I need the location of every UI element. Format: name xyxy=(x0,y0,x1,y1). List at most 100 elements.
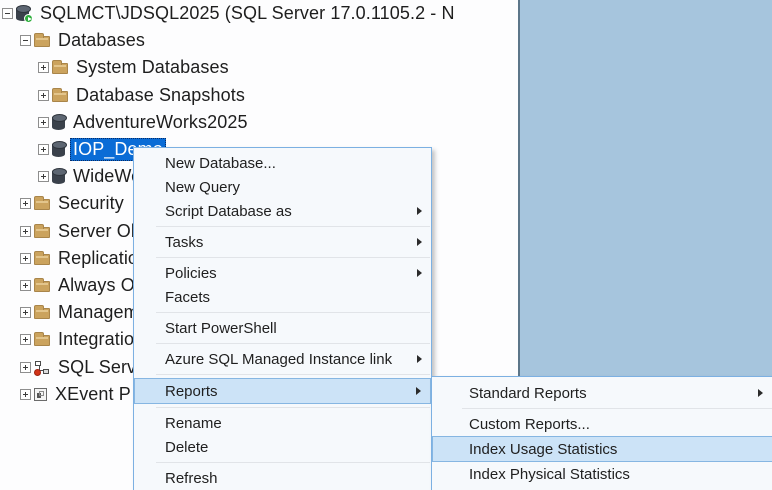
submenu-arrow-icon xyxy=(417,238,422,246)
tree-node-label: SQL Serv xyxy=(58,356,137,377)
menu-item-label: Custom Reports... xyxy=(469,415,590,433)
menu-item-tasks[interactable]: Tasks xyxy=(134,230,431,254)
menu-item-custom-reports[interactable]: Custom Reports... xyxy=(432,412,772,436)
menu-separator-line xyxy=(156,462,430,463)
menu-item-index-usage-statistics[interactable]: Index Usage Statistics xyxy=(432,436,772,462)
tree-node-label: Managem xyxy=(58,302,139,323)
menu-item-label: Policies xyxy=(165,264,217,282)
expand-plus-icon[interactable] xyxy=(20,225,31,237)
database-icon xyxy=(52,168,67,185)
tree-node-label: System Databases xyxy=(76,57,229,78)
menu-separator xyxy=(134,309,431,316)
menu-item-refresh[interactable]: Refresh xyxy=(134,466,431,490)
database-context-menu: New Database... New Query Script Database … xyxy=(133,147,432,490)
submenu-arrow-icon xyxy=(758,389,763,397)
expand-plus-icon[interactable] xyxy=(38,89,49,101)
expand-plus-icon[interactable] xyxy=(38,144,49,156)
menu-item-new-database[interactable]: New Database... xyxy=(134,151,431,175)
menu-item-label: Facets xyxy=(165,288,211,306)
menu-item-reports[interactable]: Reports xyxy=(134,378,431,404)
submenu-arrow-icon xyxy=(417,207,422,215)
menu-item-policies[interactable]: Policies xyxy=(134,261,431,285)
menu-separator xyxy=(134,404,431,411)
menu-item-facets[interactable]: Facets xyxy=(134,285,431,309)
submenu-arrow-icon xyxy=(417,269,422,277)
expand-plus-icon[interactable] xyxy=(20,252,31,264)
xevent-profiler-icon xyxy=(34,388,47,402)
server-online-badge-icon xyxy=(24,13,33,23)
menu-separator xyxy=(134,459,431,466)
menu-separator-line xyxy=(156,407,430,408)
menu-item-delete[interactable]: Delete xyxy=(134,435,431,459)
submenu-arrow-icon xyxy=(417,355,422,363)
tree-node-label: Replicatio xyxy=(58,247,139,268)
agent-node-icon xyxy=(43,368,49,374)
menu-item-label: Azure SQL Managed Instance link xyxy=(165,350,393,368)
folder-icon xyxy=(34,33,50,48)
menu-item-label: Tasks xyxy=(165,233,204,251)
menu-item-script-database-as[interactable]: Script Database as xyxy=(134,199,431,223)
menu-item-label: Standard Reports xyxy=(469,384,587,402)
menu-item-standard-reports[interactable]: Standard Reports xyxy=(432,381,772,405)
menu-item-label: Refresh xyxy=(165,469,218,487)
tree-node-label: Always O xyxy=(58,274,135,295)
menu-item-label: Delete xyxy=(165,438,209,456)
menu-separator-line xyxy=(156,374,430,375)
tree-node-label: SQLMCT\JDSQL2025 (SQL Server 17.0.1105.2… xyxy=(40,3,455,24)
menu-separator-line xyxy=(156,343,430,344)
tree-node-label: Server Ob xyxy=(58,220,141,241)
menu-item-new-query[interactable]: New Query xyxy=(134,175,431,199)
database-icon xyxy=(52,141,67,158)
folder-icon xyxy=(34,223,50,238)
expand-plus-icon[interactable] xyxy=(20,307,31,319)
expand-plus-icon[interactable] xyxy=(38,62,49,74)
submenu-arrow-icon xyxy=(416,387,421,395)
sql-server-agent-icon xyxy=(34,360,50,376)
agent-status-dot-icon xyxy=(34,368,41,376)
reports-submenu: Standard Reports Custom Reports... Index U… xyxy=(431,376,772,490)
menu-separator xyxy=(134,340,431,347)
folder-icon xyxy=(34,305,50,320)
menu-separator xyxy=(134,254,431,261)
database-icon xyxy=(52,113,67,130)
menu-separator-line xyxy=(156,226,430,227)
expand-plus-icon[interactable] xyxy=(20,279,31,291)
menu-item-label: Index Usage Statistics xyxy=(469,440,618,458)
menu-separator xyxy=(432,405,772,412)
menu-item-label: Script Database as xyxy=(165,202,292,220)
tree-node-label: Security xyxy=(58,193,124,214)
tree-node-label: Database Snapshots xyxy=(76,84,245,105)
folder-icon xyxy=(34,196,50,211)
tree-node-label: Databases xyxy=(58,30,145,51)
document-pane xyxy=(518,0,772,377)
folder-icon xyxy=(34,277,50,292)
menu-item-label: Start PowerShell xyxy=(165,319,277,337)
expand-plus-icon[interactable] xyxy=(20,388,31,400)
expand-plus-icon[interactable] xyxy=(20,198,31,210)
folder-icon xyxy=(34,250,50,265)
menu-item-label: New Database... xyxy=(165,154,276,172)
menu-item-label: Reports xyxy=(165,382,218,400)
tree-node-label: XEvent P xyxy=(55,383,131,404)
folder-icon xyxy=(52,87,68,102)
collapse-minus-icon[interactable] xyxy=(20,35,31,47)
menu-separator xyxy=(134,371,431,378)
menu-item-label: Rename xyxy=(165,414,222,432)
server-icon xyxy=(16,4,33,23)
menu-item-start-powershell[interactable]: Start PowerShell xyxy=(134,316,431,340)
tree-node-label: AdventureWorks2025 xyxy=(73,111,248,132)
menu-item-rename[interactable]: Rename xyxy=(134,411,431,435)
menu-separator-line xyxy=(156,257,430,258)
expand-plus-icon[interactable] xyxy=(20,334,31,346)
menu-item-label: New Query xyxy=(165,178,241,196)
menu-item-label: Index Physical Statistics xyxy=(469,465,630,483)
expand-plus-icon[interactable] xyxy=(38,171,49,183)
expand-plus-icon[interactable] xyxy=(38,116,49,128)
menu-item-index-physical-statistics[interactable]: Index Physical Statistics xyxy=(432,462,772,486)
expand-plus-icon[interactable] xyxy=(20,361,31,373)
collapse-minus-icon[interactable] xyxy=(2,8,13,20)
folder-icon xyxy=(52,60,68,75)
tree-node-label: Integratio xyxy=(58,329,135,350)
menu-item-azure-sql-managed-instance-link[interactable]: Azure SQL Managed Instance link xyxy=(134,347,431,371)
menu-separator-line xyxy=(462,408,772,409)
